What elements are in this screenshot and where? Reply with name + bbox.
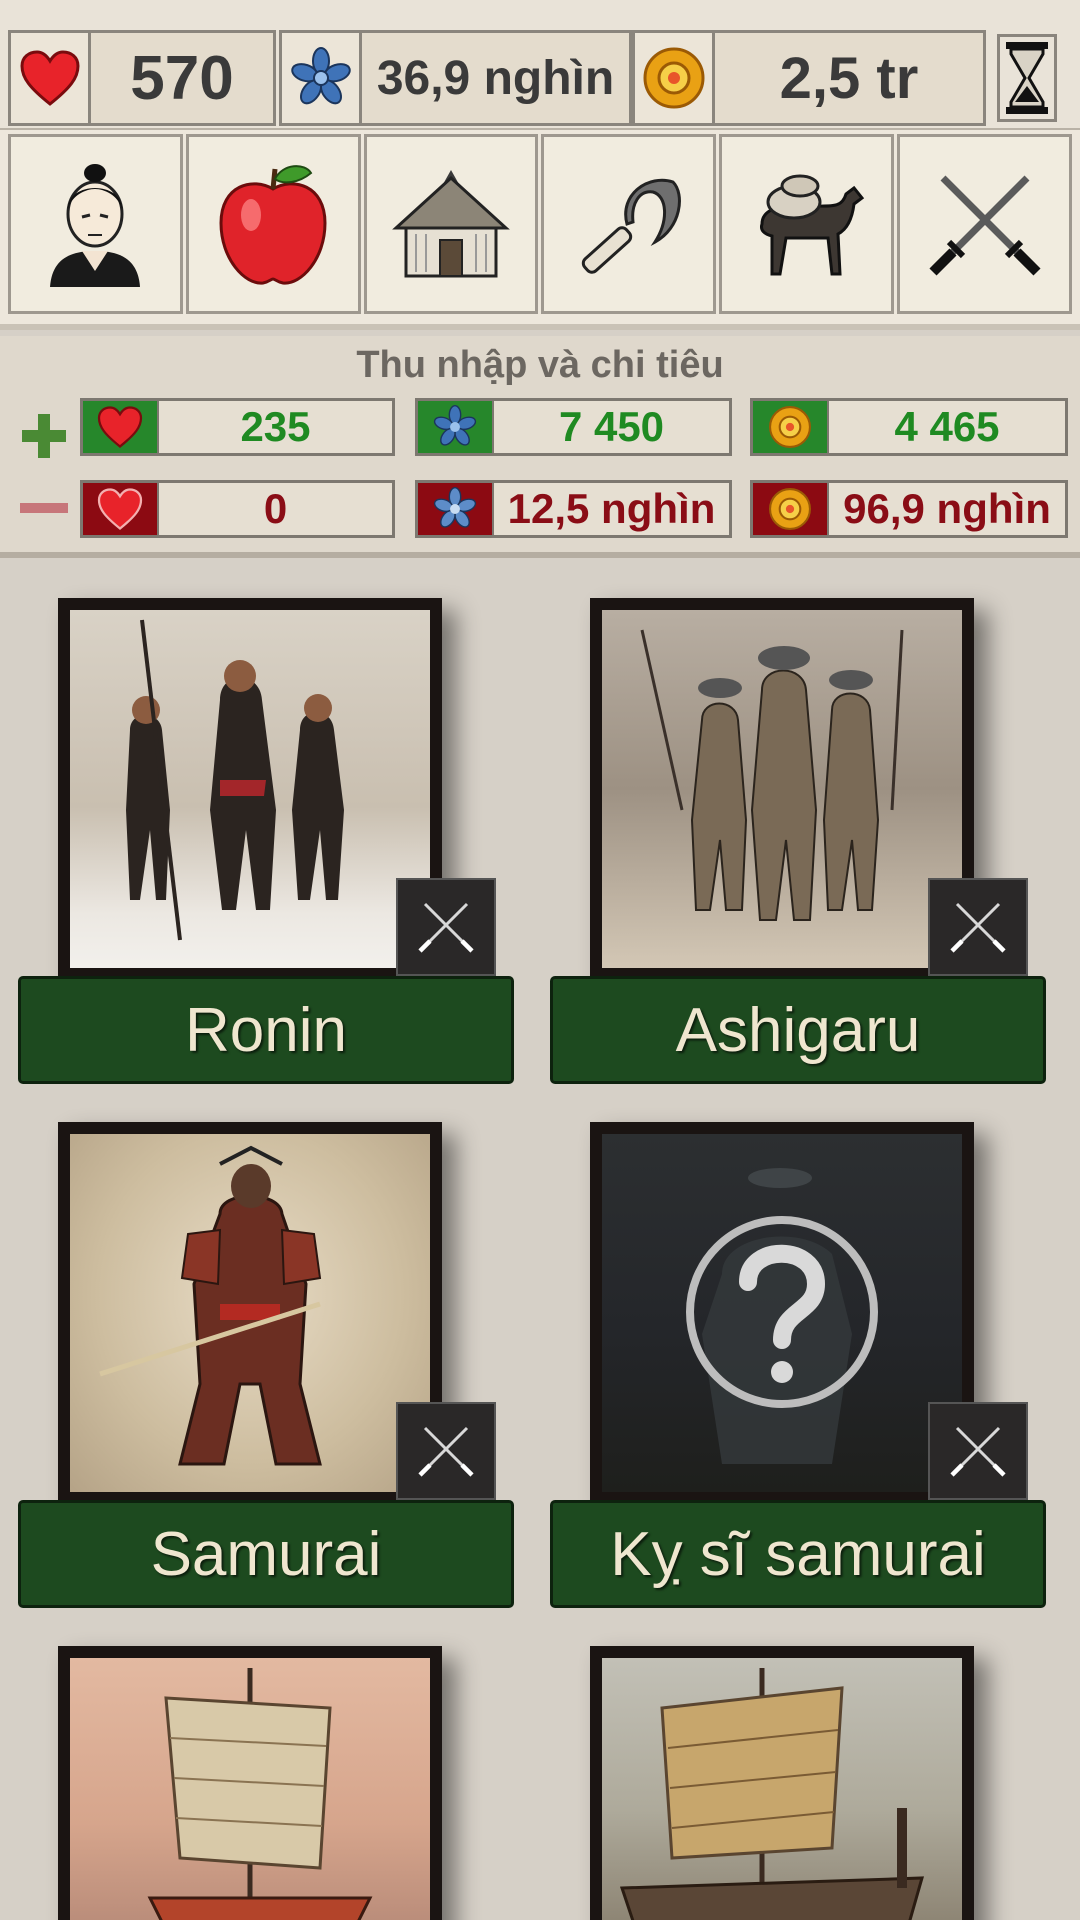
hearts-resource: 570: [8, 30, 276, 126]
resource-bar: 570 36,9 nghìn 2,5 tr: [0, 0, 1080, 130]
hearts-value: 570: [130, 43, 234, 113]
flowers-income: 7 450: [415, 398, 732, 456]
apple-icon: [219, 165, 327, 285]
tools-button[interactable]: [541, 134, 717, 314]
unit-name: Ashigaru: [550, 976, 1046, 1084]
unit-portrait: [58, 1122, 442, 1504]
flower-icon: [282, 33, 362, 123]
unit-card-mounted-samurai[interactable]: Kỵ sĩ samurai: [532, 1122, 1046, 1612]
flowers-resource: 36,9 nghìn: [279, 30, 632, 126]
heart-icon: [83, 483, 159, 535]
crossed-swords-icon[interactable]: [928, 878, 1028, 976]
unit-portrait: [58, 1646, 442, 1920]
unit-portrait: [590, 1646, 974, 1920]
unit-portrait: [590, 1122, 974, 1504]
flowers-value: 36,9 nghìn: [376, 51, 615, 105]
crossed-swords-icon[interactable]: [396, 1402, 496, 1500]
flowers-expense-value: 12,5 nghìn: [507, 485, 716, 532]
unit-name: Kỵ sĩ samurai: [550, 1500, 1046, 1608]
category-nav: [0, 130, 1080, 330]
unit-name: Ronin: [18, 976, 514, 1084]
hearts-expense: 0: [80, 480, 395, 538]
crossed-swords-icon[interactable]: [396, 878, 496, 976]
leader-icon: [50, 164, 141, 287]
flower-icon: [418, 483, 494, 535]
coin-icon: [753, 401, 829, 453]
coins-resource: 2,5 tr: [632, 30, 986, 126]
unit-card-ashigaru[interactable]: Ashigaru: [532, 598, 1046, 1088]
income-title: Thu nhập và chi tiêu: [356, 344, 724, 386]
pack-horse-icon: [759, 174, 864, 276]
flowers-expense: 12,5 nghìn: [415, 480, 732, 538]
hearts-expense-value: 0: [263, 485, 288, 532]
coin-icon: [753, 483, 829, 535]
coins-income-value: 4 465: [894, 403, 1000, 450]
unit-portrait: [590, 598, 974, 980]
house-button[interactable]: [363, 134, 539, 314]
coins-value: 2,5 tr: [779, 45, 919, 111]
food-button[interactable]: [185, 134, 361, 314]
coins-expense-value: 96,9 nghìn: [843, 485, 1051, 532]
sickle-icon: [581, 178, 681, 274]
income-panel: Thu nhập và chi tiêu 235 7 450 4 465 0 1…: [0, 336, 1080, 558]
crossed-swords-icon[interactable]: [928, 1402, 1028, 1500]
unit-name: Samurai: [18, 1500, 514, 1608]
flower-icon: [418, 401, 494, 453]
transport-button[interactable]: [719, 134, 895, 314]
heart-icon: [11, 33, 91, 123]
house-icon: [392, 170, 510, 278]
minus-icon: [18, 482, 70, 534]
military-button[interactable]: [897, 134, 1072, 314]
hourglass-icon[interactable]: [997, 34, 1057, 122]
coin-icon: [635, 33, 715, 123]
hearts-income-value: 235: [240, 403, 311, 450]
unit-card-samurai[interactable]: Samurai: [0, 1122, 514, 1612]
crossed-swords-icon: [929, 175, 1041, 276]
unit-card-ronin[interactable]: Ronin: [0, 598, 514, 1088]
plus-icon: [18, 410, 70, 462]
heart-icon: [83, 401, 159, 453]
unit-card-ship-large[interactable]: [532, 1646, 1032, 1920]
coins-expense: 96,9 nghìn: [750, 480, 1068, 538]
unit-portrait: [58, 598, 442, 980]
leader-button[interactable]: [8, 134, 183, 314]
coins-income: 4 465: [750, 398, 1068, 456]
hearts-income: 235: [80, 398, 395, 456]
flowers-income-value: 7 450: [558, 403, 665, 450]
unit-card-ship-small[interactable]: [0, 1646, 500, 1920]
